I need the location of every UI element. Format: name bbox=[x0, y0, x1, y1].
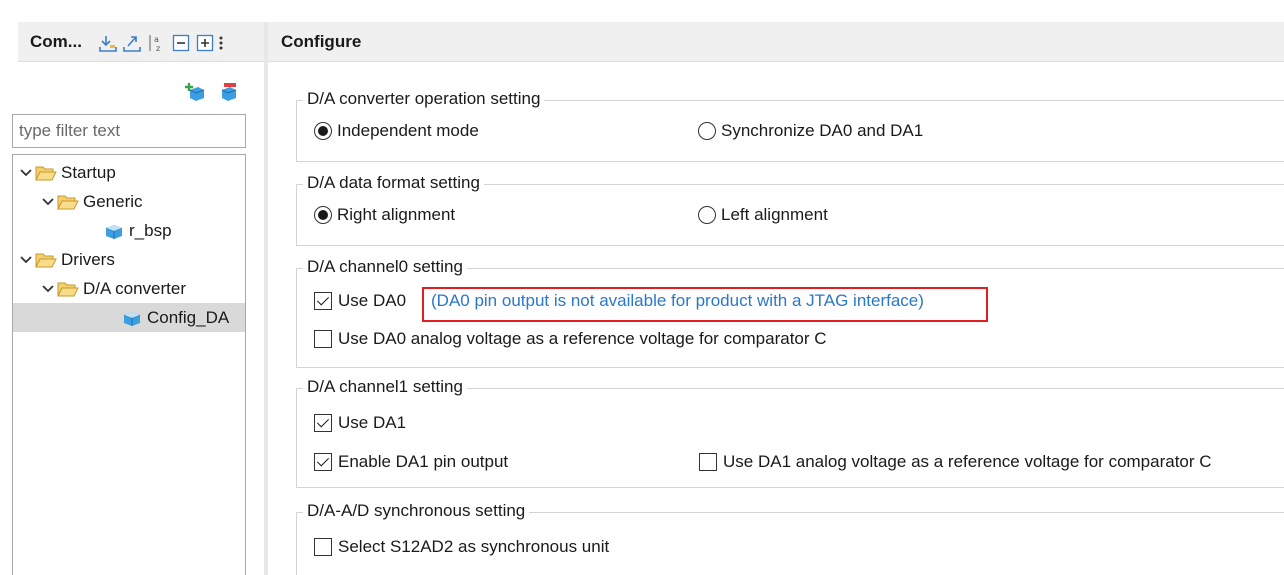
group-title: D/A data format setting bbox=[303, 173, 484, 193]
folder-open-icon bbox=[35, 166, 57, 180]
svg-text:z: z bbox=[156, 44, 160, 53]
import-icon[interactable] bbox=[98, 33, 118, 53]
panel-splitter[interactable] bbox=[264, 22, 268, 575]
group-channel1-setting: D/A channel1 setting bbox=[296, 377, 1284, 488]
tree-item-generic[interactable]: Generic bbox=[41, 187, 143, 216]
group-title: D/A converter operation setting bbox=[303, 89, 545, 109]
components-panel-title[interactable]: Com... bbox=[30, 32, 82, 52]
tree-item-label: r_bsp bbox=[129, 220, 172, 240]
folder-open-icon bbox=[57, 282, 79, 296]
components-panel-header: Com... a z bbox=[18, 22, 264, 62]
chevron-down-icon[interactable] bbox=[19, 166, 33, 180]
checkbox-label: Use DA0 bbox=[338, 291, 407, 310]
checkbox-label: Use DA0 analog voltage as a reference vo… bbox=[338, 329, 827, 348]
chevron-down-icon[interactable] bbox=[41, 195, 55, 209]
tree-item-label: Drivers bbox=[61, 249, 115, 269]
radio-label: Independent mode bbox=[337, 121, 479, 140]
collapse-all-icon[interactable] bbox=[171, 33, 191, 53]
checkbox-label: Enable DA1 pin output bbox=[338, 452, 509, 471]
tree-item-startup[interactable]: Startup bbox=[19, 158, 116, 187]
radio-button[interactable] bbox=[698, 206, 716, 224]
expand-all-icon[interactable] bbox=[195, 33, 215, 53]
radio-independent-mode[interactable]: Independent mode bbox=[314, 121, 479, 141]
checkbox-label: Use DA1 analog voltage as a reference vo… bbox=[723, 452, 1212, 471]
highlight-box bbox=[422, 287, 988, 322]
radio-button[interactable] bbox=[314, 206, 332, 224]
radio-label: Right alignment bbox=[337, 205, 456, 224]
component-icon bbox=[105, 224, 123, 239]
configure-header: Configure bbox=[268, 22, 1284, 62]
radio-label: Left alignment bbox=[721, 205, 828, 224]
filter-input[interactable] bbox=[12, 114, 246, 148]
radio-synchronize-da0-da1[interactable]: Synchronize DA0 and DA1 bbox=[698, 121, 923, 141]
tree-item-label: Generic bbox=[83, 191, 143, 211]
checkbox[interactable] bbox=[314, 538, 332, 556]
radio-label: Synchronize DA0 and DA1 bbox=[721, 121, 924, 140]
checkbox[interactable] bbox=[314, 330, 332, 348]
tree-item-label: D/A converter bbox=[83, 278, 186, 298]
add-component-icon[interactable] bbox=[184, 82, 206, 102]
tree-item-drivers[interactable]: Drivers bbox=[19, 245, 115, 274]
component-tree: Startup Generic r_bsp Drivers D/A conver… bbox=[12, 154, 246, 575]
checkbox[interactable] bbox=[314, 414, 332, 432]
checkbox[interactable] bbox=[314, 453, 332, 471]
folder-open-icon bbox=[57, 195, 79, 209]
tree-item-r-bsp[interactable]: r_bsp bbox=[103, 216, 172, 245]
svg-text:a: a bbox=[154, 35, 159, 44]
checkbox-use-da1[interactable]: Use DA1 bbox=[314, 413, 406, 433]
checkbox-da1-reference[interactable]: Use DA1 analog voltage as a reference vo… bbox=[699, 452, 1212, 472]
remove-component-icon[interactable] bbox=[218, 82, 240, 102]
export-icon[interactable] bbox=[122, 33, 142, 53]
checkbox[interactable] bbox=[314, 292, 332, 310]
checkbox-label: Use DA1 bbox=[338, 413, 407, 432]
checkbox-use-da0[interactable]: Use DA0 bbox=[314, 291, 406, 311]
tree-item-label: Config_DA bbox=[147, 307, 230, 327]
checkbox[interactable] bbox=[699, 453, 717, 471]
tree-item-label: Startup bbox=[61, 162, 116, 182]
radio-button[interactable] bbox=[314, 122, 332, 140]
component-icon bbox=[123, 311, 141, 326]
tree-actions bbox=[18, 62, 264, 101]
checkbox-label: Select S12AD2 as synchronous unit bbox=[338, 537, 610, 556]
tree-item-config-da[interactable]: Config_DA bbox=[13, 303, 245, 332]
sort-az-icon[interactable]: a z bbox=[146, 33, 166, 53]
radio-right-alignment[interactable]: Right alignment bbox=[314, 205, 455, 225]
chevron-down-icon[interactable] bbox=[19, 253, 33, 267]
radio-left-alignment[interactable]: Left alignment bbox=[698, 205, 828, 225]
group-title: D/A channel0 setting bbox=[303, 257, 467, 277]
configure-title: Configure bbox=[281, 32, 362, 51]
group-title: D/A channel1 setting bbox=[303, 377, 467, 397]
checkbox-da0-reference[interactable]: Use DA0 analog voltage as a reference vo… bbox=[314, 329, 827, 349]
chevron-down-icon[interactable] bbox=[41, 282, 55, 296]
more-icon[interactable] bbox=[216, 33, 226, 53]
folder-open-icon bbox=[35, 253, 57, 267]
checkbox-select-s12ad2[interactable]: Select S12AD2 as synchronous unit bbox=[314, 537, 609, 557]
tree-item-da-converter[interactable]: D/A converter bbox=[41, 274, 186, 303]
group-title: D/A-A/D synchronous setting bbox=[303, 501, 530, 521]
checkbox-enable-da1-output[interactable]: Enable DA1 pin output bbox=[314, 452, 508, 472]
radio-button[interactable] bbox=[698, 122, 716, 140]
